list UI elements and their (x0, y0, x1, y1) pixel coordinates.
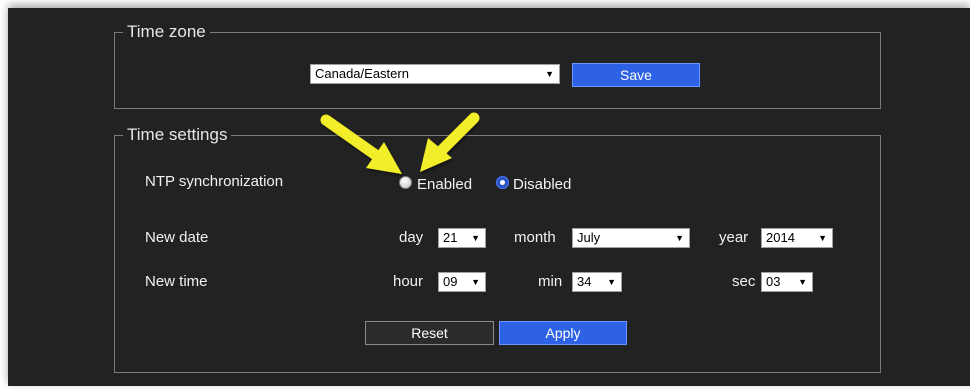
chevron-down-icon: ▼ (545, 69, 554, 79)
month-select[interactable]: July ▼ (572, 228, 690, 248)
save-button[interactable]: Save (572, 63, 700, 87)
year-select-value: 2014 (766, 230, 795, 245)
month-select-value: July (577, 230, 601, 245)
min-select[interactable]: 34 ▼ (572, 272, 622, 292)
timezone-select[interactable]: Canada/Eastern ▼ (310, 64, 560, 84)
min-select-value: 34 (577, 274, 592, 289)
time-settings-legend: Time settings (123, 125, 232, 145)
chevron-down-icon: ▼ (471, 277, 480, 287)
month-label: month (514, 229, 556, 246)
chevron-down-icon: ▼ (471, 233, 480, 243)
day-label: day (399, 229, 424, 246)
new-time-label: New time (145, 273, 208, 290)
timezone-fieldset: Time zone Canada/Eastern ▼ Save (114, 22, 881, 109)
sec-label: sec (732, 273, 756, 290)
time-settings-fieldset: Time settings NTP synchronization Enable… (114, 125, 881, 373)
hour-select-value: 09 (443, 274, 458, 289)
hour-select[interactable]: 09 ▼ (438, 272, 486, 292)
day-select[interactable]: 21 ▼ (438, 228, 486, 248)
ntp-label: NTP synchronization (145, 173, 284, 190)
ntp-enabled-radio[interactable] (399, 176, 412, 189)
year-label: year (719, 229, 749, 246)
ntp-enabled-label[interactable]: Enabled (417, 176, 472, 194)
timezone-legend: Time zone (123, 22, 210, 42)
timezone-select-value: Canada/Eastern (315, 66, 409, 81)
sec-select[interactable]: 03 ▼ (761, 272, 813, 292)
apply-button[interactable]: Apply (499, 321, 627, 345)
min-label: min (538, 273, 563, 290)
settings-panel: Time zone Canada/Eastern ▼ Save Time set… (8, 8, 970, 386)
chevron-down-icon: ▼ (798, 277, 807, 287)
chevron-down-icon: ▼ (818, 233, 827, 243)
new-date-label: New date (145, 229, 209, 246)
day-select-value: 21 (443, 230, 458, 245)
chevron-down-icon: ▼ (675, 233, 684, 243)
hour-label: hour (393, 273, 424, 290)
year-select[interactable]: 2014 ▼ (761, 228, 833, 248)
ntp-disabled-radio[interactable] (496, 176, 509, 189)
reset-button[interactable]: Reset (365, 321, 494, 345)
chevron-down-icon: ▼ (607, 277, 616, 287)
sec-select-value: 03 (766, 274, 781, 289)
ntp-disabled-label[interactable]: Disabled (513, 176, 571, 194)
